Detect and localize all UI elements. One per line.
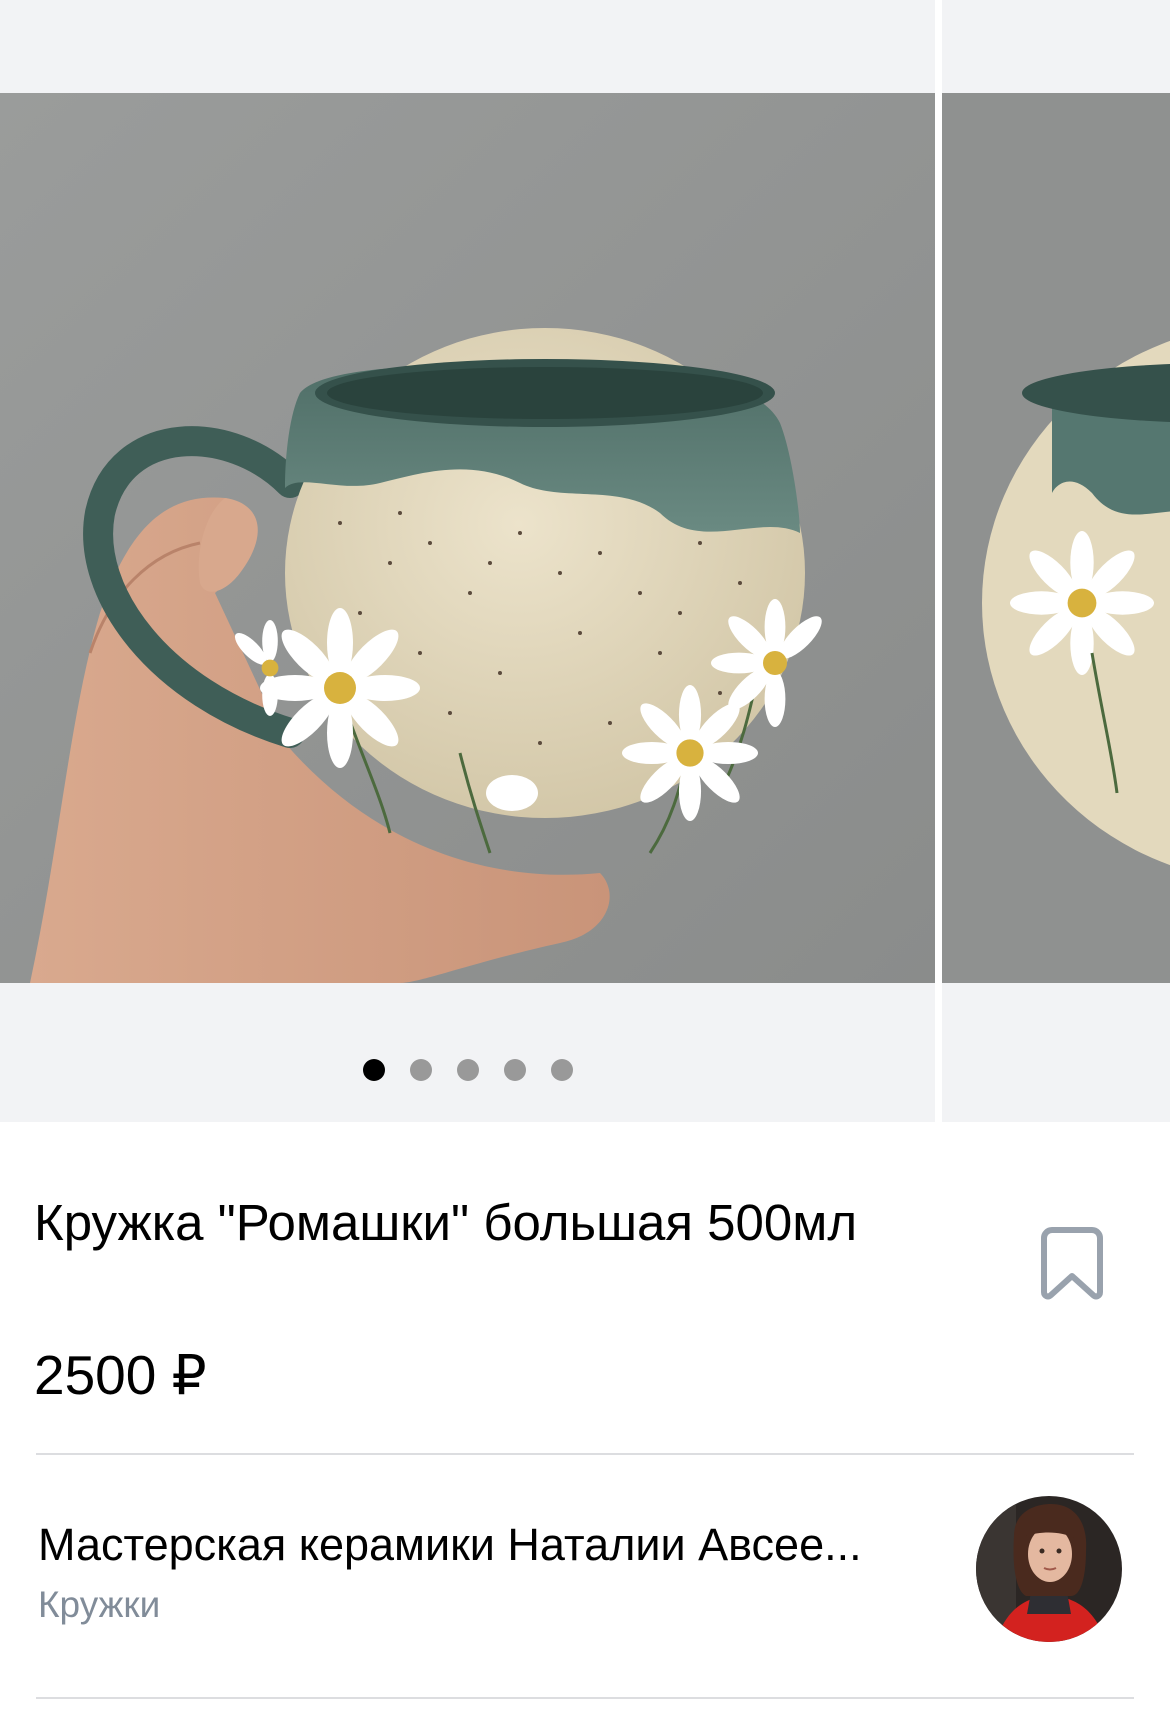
photo-gallery[interactable] — [0, 0, 1170, 1122]
mug-photo-image-2 — [942, 93, 1170, 983]
gallery-pagination — [0, 1059, 935, 1081]
pagination-dot-2[interactable] — [409, 1059, 432, 1081]
product-title: Кружка "Ромашки" большая 500мл — [34, 1194, 858, 1251]
avatar[interactable] — [976, 1496, 1122, 1642]
pagination-dot-1[interactable] — [362, 1059, 385, 1081]
next-product-photo[interactable] — [942, 93, 1170, 983]
shop-info-row[interactable]: Мастерская керамики Наталии Авсее... Кру… — [0, 1453, 1170, 1698]
product-price: 2500 ₽ — [34, 1344, 207, 1406]
mug-photo-image — [0, 93, 935, 983]
separator-bottom — [36, 1697, 1134, 1699]
shop-category[interactable]: Кружки — [38, 1580, 160, 1630]
pagination-dot-3[interactable] — [456, 1059, 479, 1081]
bookmark-icon[interactable] — [1040, 1226, 1104, 1300]
gallery-divider — [935, 0, 942, 1122]
pagination-dot-5[interactable] — [550, 1059, 573, 1081]
pagination-dot-4[interactable] — [503, 1059, 526, 1081]
product-photo[interactable] — [0, 93, 935, 983]
shop-name[interactable]: Мастерская керамики Наталии Авсее... — [38, 1515, 938, 1575]
